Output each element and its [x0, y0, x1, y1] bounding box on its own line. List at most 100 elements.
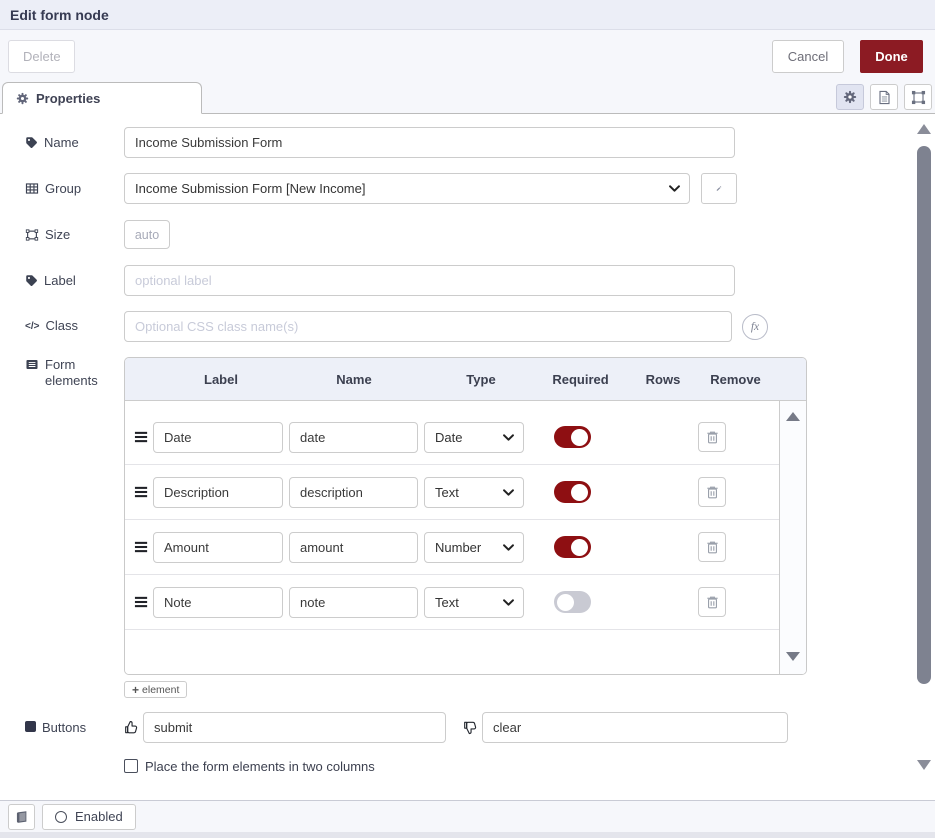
element-label-input[interactable]	[153, 587, 283, 618]
label-input[interactable]	[124, 265, 735, 296]
table-scrollbar[interactable]	[779, 401, 806, 674]
delete-button[interactable]: Delete	[8, 40, 75, 73]
dialog-actionbar: Delete Cancel Done	[0, 30, 935, 82]
properties-tab-button[interactable]	[836, 84, 864, 110]
enabled-toggle-button[interactable]: Enabled	[42, 804, 136, 830]
tab-tool-buttons	[836, 84, 932, 110]
dialog-bottom-edge	[0, 832, 935, 838]
two-columns-checkbox[interactable]	[124, 759, 138, 773]
column-header-required: Required	[543, 372, 618, 387]
element-label-input[interactable]	[153, 477, 283, 508]
trash-icon	[705, 429, 720, 445]
drag-handle-icon[interactable]	[134, 539, 153, 555]
group-row: Group Income Submission Form [New Income…	[25, 173, 935, 204]
class-row: </> Class fx	[25, 311, 935, 342]
object-size-icon	[25, 228, 39, 242]
element-type-select[interactable]: Number	[424, 532, 524, 563]
element-name-input[interactable]	[289, 477, 418, 508]
dialog-title: Edit form node	[10, 7, 109, 23]
thumbs-down-icon	[463, 720, 478, 735]
element-name-input[interactable]	[289, 532, 418, 563]
label-row: Label	[25, 265, 935, 296]
cancel-button[interactable]: Cancel	[772, 40, 844, 73]
tag-icon	[25, 274, 38, 287]
required-toggle[interactable]	[554, 591, 591, 613]
element-label-input[interactable]	[153, 422, 283, 453]
dialog-titlebar: Edit form node	[0, 0, 935, 30]
description-tab-button[interactable]	[870, 84, 898, 110]
element-name-input[interactable]	[289, 587, 418, 618]
pencil-icon	[716, 182, 722, 195]
element-type-select[interactable]: Date	[424, 422, 524, 453]
gear-icon	[16, 92, 29, 105]
group-select[interactable]: Income Submission Form [New Income]	[124, 173, 690, 204]
trash-icon	[705, 594, 720, 610]
plus-icon: +	[132, 685, 139, 695]
name-label: Name	[25, 135, 124, 151]
drag-handle-icon[interactable]	[134, 484, 153, 500]
class-label: </> Class	[25, 318, 124, 335]
drag-handle-icon[interactable]	[134, 594, 153, 610]
table-body: Date	[125, 401, 806, 674]
list-icon	[25, 358, 39, 371]
delete-element-button[interactable]	[698, 477, 726, 507]
column-header-type: Type	[419, 372, 543, 387]
clear-button-text-input[interactable]	[482, 712, 788, 743]
done-button[interactable]: Done	[860, 40, 923, 73]
buttons-label: Buttons	[25, 720, 124, 736]
tab-properties[interactable]: Properties	[2, 82, 202, 114]
delete-element-button[interactable]	[698, 587, 726, 617]
form-elements-row: Form elements Label Name Type Required R…	[25, 357, 935, 698]
required-toggle[interactable]	[554, 426, 591, 448]
gear-icon	[843, 90, 857, 104]
submit-button-text-input[interactable]	[143, 712, 446, 743]
element-type-select[interactable]: Text	[424, 587, 524, 618]
size-row: Size auto	[25, 219, 935, 250]
two-columns-row: Place the form elements in two columns	[124, 758, 935, 774]
book-icon	[15, 810, 29, 824]
tab-properties-label: Properties	[36, 91, 100, 106]
element-label-input[interactable]	[153, 532, 283, 563]
required-toggle[interactable]	[554, 481, 591, 503]
scrollbar-thumb[interactable]	[917, 146, 931, 684]
dialog-actions: Cancel Done	[772, 40, 923, 73]
size-auto-button[interactable]: auto	[124, 220, 170, 249]
scroll-up-icon[interactable]	[917, 124, 931, 134]
form-element-row: Text	[125, 575, 780, 630]
delete-element-button[interactable]	[698, 532, 726, 562]
element-name-input[interactable]	[289, 422, 418, 453]
dialog-footer: Enabled	[0, 800, 935, 832]
panel-scrollbar[interactable]	[916, 120, 932, 794]
expression-button[interactable]: fx	[742, 314, 768, 340]
tag-icon	[25, 136, 38, 149]
class-input[interactable]	[124, 311, 732, 342]
required-toggle[interactable]	[554, 536, 591, 558]
form-element-row: Text	[125, 465, 780, 520]
form-elements-label: Form elements	[25, 357, 124, 389]
edit-group-button[interactable]	[701, 173, 737, 204]
status-circle-icon	[55, 811, 67, 823]
scroll-down-icon[interactable]	[786, 652, 800, 661]
trash-icon	[705, 484, 720, 500]
fx-icon: fx	[751, 321, 759, 333]
drag-handle-icon[interactable]	[134, 429, 153, 445]
add-element-button[interactable]: + element	[124, 681, 187, 698]
enabled-label: Enabled	[75, 809, 123, 824]
column-header-name: Name	[289, 372, 419, 387]
table-icon	[25, 182, 39, 195]
table-header: Label Name Type Required Rows Remove	[125, 358, 806, 401]
scroll-down-icon[interactable]	[917, 760, 931, 770]
node-info-button[interactable]	[8, 804, 35, 830]
name-row: Name	[25, 127, 935, 158]
appearance-badge-icon	[911, 90, 926, 105]
properties-panel: Name Group Income Submission Form [New I…	[0, 114, 935, 800]
element-type-select[interactable]: Text	[424, 477, 524, 508]
square-icon	[25, 721, 36, 732]
two-columns-label: Place the form elements in two columns	[145, 759, 375, 774]
scroll-up-icon[interactable]	[786, 412, 800, 421]
name-input[interactable]	[124, 127, 735, 158]
appearance-tab-button[interactable]	[904, 84, 932, 110]
trash-icon	[705, 539, 720, 555]
delete-element-button[interactable]	[698, 422, 726, 452]
column-header-label: Label	[153, 372, 289, 387]
